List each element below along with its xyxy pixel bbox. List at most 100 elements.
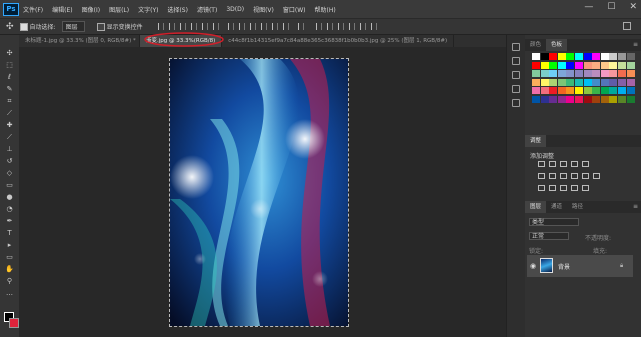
panel-menu-icon[interactable]: ≡ <box>633 204 638 210</box>
auto-select-checkbox[interactable]: 自动选择: <box>19 22 56 32</box>
swatch[interactable] <box>549 70 558 78</box>
history-icon[interactable] <box>512 43 520 51</box>
swatch[interactable] <box>532 61 540 69</box>
menu-file[interactable]: 文件(F) <box>23 5 43 14</box>
swatch[interactable] <box>566 87 575 95</box>
distribute-hcenter-icon[interactable] <box>271 23 278 30</box>
tab-background-image[interactable]: c44c8f1b14315ef9a7c84a88e365c36838f1b0b0… <box>222 35 455 47</box>
auto-align-icon[interactable] <box>297 23 304 30</box>
swatch[interactable] <box>609 78 618 86</box>
swatch[interactable] <box>575 87 583 95</box>
distribute-vcenter-icon[interactable] <box>238 23 245 30</box>
swatch[interactable] <box>583 87 592 95</box>
swatch[interactable] <box>566 61 575 69</box>
menu-filter[interactable]: 滤镜(T) <box>197 5 217 14</box>
swatch[interactable] <box>575 61 583 69</box>
curves-icon[interactable] <box>560 161 567 167</box>
swatch[interactable] <box>618 96 626 103</box>
selective-color-icon[interactable] <box>571 185 578 191</box>
menu-3d[interactable]: 3D(D) <box>226 6 244 13</box>
marquee-icon[interactable]: ⬚ <box>5 62 14 69</box>
swatch[interactable] <box>532 70 540 78</box>
clone-stamp-icon[interactable]: ⊥ <box>5 146 14 153</box>
swatch[interactable] <box>549 53 558 60</box>
auto-select-dropdown[interactable]: 图层 <box>61 21 85 32</box>
swatch[interactable] <box>540 53 549 60</box>
swatch[interactable] <box>600 70 609 78</box>
swatch[interactable] <box>626 70 635 78</box>
align-top-icon[interactable] <box>157 23 164 30</box>
photo-filter-icon[interactable] <box>571 173 578 179</box>
swatch[interactable] <box>583 78 592 86</box>
swatch[interactable] <box>626 61 635 69</box>
crop-icon[interactable]: ⌗ <box>5 98 14 105</box>
maximize-button[interactable]: ☐ <box>607 2 615 12</box>
move-icon[interactable]: ✣ <box>5 50 14 57</box>
type-icon[interactable]: T <box>5 230 14 237</box>
swatch[interactable] <box>618 70 626 78</box>
menu-image[interactable]: 图像(I) <box>82 5 100 14</box>
properties-icon[interactable] <box>512 57 520 65</box>
swatch[interactable] <box>557 53 566 60</box>
more-tools-icon[interactable]: … <box>5 290 14 297</box>
menu-edit[interactable]: 编辑(E) <box>52 5 72 14</box>
dodge-icon[interactable]: ◔ <box>5 206 14 213</box>
3d-pan-icon[interactable] <box>348 23 355 30</box>
swatch[interactable] <box>557 70 566 78</box>
lasso-icon[interactable]: ℓ <box>5 74 14 81</box>
swatch[interactable] <box>618 61 626 69</box>
document-image[interactable] <box>169 58 349 327</box>
swatch[interactable] <box>549 96 558 103</box>
quick-select-icon[interactable]: ✎ <box>5 86 14 93</box>
close-button[interactable]: ✕ <box>629 2 637 12</box>
align-bottom-icon[interactable] <box>179 23 186 30</box>
swatch[interactable] <box>600 87 609 95</box>
panel-menu-icon[interactable]: ≡ <box>633 42 638 48</box>
visibility-eye-icon[interactable]: ◉ <box>530 262 536 270</box>
swatch[interactable] <box>540 61 549 69</box>
swatch[interactable] <box>566 78 575 86</box>
background-color-swatch[interactable] <box>9 318 19 328</box>
menu-type[interactable]: 文字(Y) <box>138 5 158 14</box>
swatch[interactable] <box>583 96 592 103</box>
vibrance-icon[interactable] <box>582 161 589 167</box>
menu-layer[interactable]: 图层(L) <box>109 5 129 14</box>
history-brush-icon[interactable]: ↺ <box>5 158 14 165</box>
eraser-icon[interactable]: ◇ <box>5 170 14 177</box>
align-left-icon[interactable] <box>190 23 197 30</box>
zoom-icon[interactable]: ⚲ <box>5 278 14 285</box>
swatch[interactable] <box>618 87 626 95</box>
align-vcenter-icon[interactable] <box>168 23 175 30</box>
brush-icon[interactable]: ⟋ <box>5 134 14 141</box>
brightness-icon[interactable] <box>538 161 545 167</box>
posterize-icon[interactable] <box>549 185 556 191</box>
menu-help[interactable]: 帮助(H) <box>315 5 336 14</box>
minimize-button[interactable]: — <box>584 2 593 12</box>
swatch[interactable] <box>540 87 549 95</box>
invert-icon[interactable] <box>538 185 545 191</box>
swatch[interactable] <box>609 87 618 95</box>
move-tool-icon[interactable]: ✣ <box>6 22 14 32</box>
swatch[interactable] <box>532 78 540 86</box>
swatch[interactable] <box>592 61 601 69</box>
swatch[interactable] <box>532 87 540 95</box>
swatch[interactable] <box>600 61 609 69</box>
swatch[interactable] <box>532 53 540 60</box>
swatch[interactable] <box>600 78 609 86</box>
swatch[interactable] <box>540 96 549 103</box>
pen-icon[interactable]: ✒ <box>5 218 14 225</box>
swatch[interactable] <box>549 78 558 86</box>
gradient-icon[interactable]: ▭ <box>5 182 14 189</box>
path-select-icon[interactable]: ▸ <box>5 242 14 249</box>
swatch[interactable] <box>583 53 592 60</box>
character-icon[interactable] <box>512 85 520 93</box>
distribute-right-icon[interactable] <box>282 23 289 30</box>
swatch[interactable] <box>592 78 601 86</box>
color-lookup-icon[interactable] <box>593 173 600 179</box>
exposure-icon[interactable] <box>571 161 578 167</box>
channel-mixer-icon[interactable] <box>582 173 589 179</box>
swatch[interactable] <box>600 53 609 60</box>
blur-icon[interactable]: ● <box>5 194 14 201</box>
swatch[interactable] <box>549 87 558 95</box>
tab-swatches[interactable]: 色板 <box>546 39 568 51</box>
